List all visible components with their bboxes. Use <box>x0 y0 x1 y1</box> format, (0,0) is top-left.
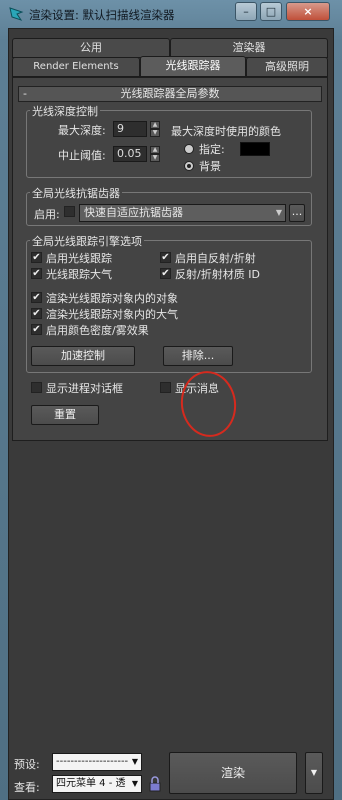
antialiaser-options-button[interactable]: ... <box>289 204 305 222</box>
color-density-fog-checkbox[interactable]: ✔ <box>31 324 42 335</box>
lock-icon[interactable] <box>148 776 162 792</box>
cutoff-label: 中止阈值: <box>58 149 106 162</box>
engine-options-title: 全局光线跟踪引擎选项 <box>30 233 144 249</box>
tab-render-elements[interactable]: Render Elements <box>12 57 140 77</box>
raytrace-atmosphere-checkbox[interactable]: ✔ <box>31 268 42 279</box>
view-label: 查看: <box>14 781 40 794</box>
render-atmosphere-inside-label: 渲染光线跟踪对象内的大气 <box>46 308 178 321</box>
rollout-title: 光线跟踪器全局参数 <box>120 87 220 100</box>
depth-control-title: 光线深度控制 <box>30 103 100 119</box>
max-depth-input[interactable]: 9 <box>113 121 147 137</box>
maximize-button[interactable]: □ <box>260 2 282 21</box>
spin-up-icon[interactable]: ▲ <box>150 121 160 129</box>
enable-raytracing-label: 启用光线跟踪 <box>46 252 112 265</box>
spin-down-icon[interactable]: ▼ <box>150 129 160 137</box>
tab-raytracer[interactable]: 光线跟踪器 <box>140 56 246 77</box>
antialiasing-title: 全局光线抗锯齿器 <box>30 185 122 201</box>
tab-common[interactable]: 公用 <box>12 38 170 58</box>
cutoff-spinner[interactable]: ▲ ▼ <box>150 146 160 162</box>
background-radio[interactable] <box>184 161 194 171</box>
show-progress-checkbox[interactable] <box>31 382 42 393</box>
render-objects-inside-checkbox[interactable]: ✔ <box>31 292 42 303</box>
chevron-down-icon: ▼ <box>131 779 139 788</box>
enable-raytracing-checkbox[interactable]: ✔ <box>31 252 42 263</box>
render-atmosphere-inside-checkbox[interactable]: ✔ <box>31 308 42 319</box>
show-progress-label: 显示进程对话框 <box>46 382 123 395</box>
acceleration-control-button[interactable]: 加速控制 <box>31 346 135 366</box>
render-objects-inside-label: 渲染光线跟踪对象内的对象 <box>46 292 178 305</box>
spin-down-icon[interactable]: ▼ <box>150 154 160 162</box>
reset-button[interactable]: 重置 <box>31 405 99 425</box>
preset-value: -------------------- <box>56 756 129 767</box>
antialiaser-value: 快速自适应抗锯齿器 <box>84 206 183 219</box>
color-density-fog-label: 启用颜色密度/雾效果 <box>46 324 149 337</box>
chevron-down-icon: ▼ <box>131 757 139 766</box>
raytrace-atmosphere-label: 光线跟踪大气 <box>46 268 112 281</box>
self-reflect-label: 启用自反射/折射 <box>175 252 256 265</box>
title-bar[interactable]: 渲染设置: 默认扫描线渲染器 – □ × <box>0 0 342 28</box>
tab-renderer[interactable]: 渲染器 <box>170 38 328 58</box>
chevron-down-icon: ▼ <box>310 768 318 777</box>
cutoff-input[interactable]: 0.05 <box>113 146 147 162</box>
render-options-dropdown[interactable]: ▼ <box>305 752 323 794</box>
view-combo[interactable]: 四元菜单 4 - 透 ▼ <box>52 775 142 793</box>
specify-label: 指定: <box>199 143 225 156</box>
tab-advanced-lighting[interactable]: 高级照明 <box>246 57 328 77</box>
app-logo-icon <box>8 6 24 22</box>
background-label: 背景 <box>199 160 221 173</box>
material-id-checkbox[interactable]: ✔ <box>160 268 171 279</box>
collapse-symbol: - <box>23 87 27 100</box>
color-swatch[interactable] <box>240 142 270 156</box>
view-value: 四元菜单 4 - 透 <box>56 778 126 789</box>
max-depth-label: 最大深度: <box>58 124 106 137</box>
window-title: 渲染设置: 默认扫描线渲染器 <box>29 8 175 22</box>
render-button[interactable]: 渲染 <box>169 752 297 794</box>
self-reflect-checkbox[interactable]: ✔ <box>160 252 171 263</box>
chevron-down-icon: ▼ <box>275 208 282 217</box>
rollout-header[interactable]: - 光线跟踪器全局参数 <box>18 86 322 102</box>
minimize-button[interactable]: – <box>235 2 257 21</box>
max-depth-color-label: 最大深度时使用的颜色 <box>171 125 281 138</box>
exclude-button[interactable]: 排除... <box>163 346 233 366</box>
show-messages-checkbox[interactable] <box>160 382 171 393</box>
enable-label: 启用: <box>34 208 60 221</box>
antialiaser-combo[interactable]: 快速自适应抗锯齿器 ▼ <box>79 204 286 222</box>
antialias-enable-checkbox[interactable] <box>64 206 75 217</box>
preset-label: 预设: <box>14 758 40 771</box>
preset-combo[interactable]: -------------------- ▼ <box>52 753 142 771</box>
max-depth-spinner[interactable]: ▲ ▼ <box>150 121 160 137</box>
close-button[interactable]: × <box>286 2 330 21</box>
spin-up-icon[interactable]: ▲ <box>150 146 160 154</box>
specify-radio[interactable] <box>184 144 194 154</box>
material-id-label: 反射/折射材质 ID <box>175 268 260 281</box>
